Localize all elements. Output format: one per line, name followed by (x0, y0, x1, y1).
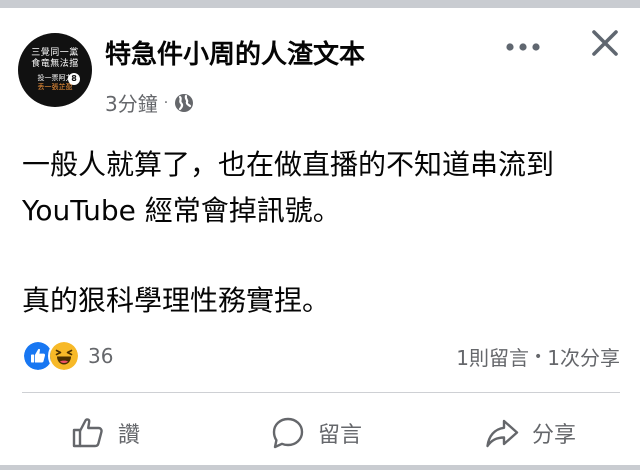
avatar-text-line4: 丢一張芷盈 (37, 83, 73, 91)
haha-reaction-icon (48, 340, 80, 372)
comment-button[interactable]: 留言 (270, 404, 362, 462)
stats-separator: • (534, 348, 543, 365)
more-horizontal-icon[interactable] (505, 40, 541, 54)
reaction-summary[interactable]: 36 (22, 340, 113, 372)
post-time[interactable]: 3分鐘 (105, 88, 158, 117)
top-edge-bar (0, 0, 640, 8)
close-icon[interactable] (590, 28, 620, 58)
avatar-text-line2: 食竜無法擋 (31, 59, 79, 69)
comment-count-link[interactable]: 1則留言 (456, 342, 529, 371)
like-button[interactable]: 讚 (70, 404, 140, 462)
share-count-link[interactable]: 1次分享 (547, 342, 620, 371)
meta-separator: · (163, 94, 169, 111)
reaction-count: 36 (88, 344, 114, 368)
comment-bubble-icon (272, 417, 304, 449)
avatar-badge: 8 (68, 73, 80, 85)
post-text-line: 真的狠科學理性務實捏。 (22, 284, 331, 317)
thumbs-up-icon (72, 418, 103, 448)
engagement-stats: 1則留言 • 1次分享 (456, 342, 620, 371)
like-label: 讚 (118, 423, 141, 448)
globe-icon[interactable] (174, 93, 194, 113)
post-meta: 3分鐘 · (105, 88, 194, 117)
share-label: 分享 (532, 423, 577, 448)
comment-label: 留言 (318, 423, 363, 448)
avatar-text-line1: 三覺同一黨 (31, 48, 79, 58)
page-avatar[interactable]: 三覺同一黨 食竜無法擋 投一票阿力 丢一張芷盈 8 (18, 33, 92, 107)
post-text-line: YouTube 經常會掉訊號。 (22, 194, 341, 227)
share-button[interactable]: 分享 (484, 404, 576, 462)
bottom-edge-bar (0, 465, 640, 470)
divider (22, 392, 620, 393)
post-body: 一般人就算了，也在做直播的不知道串流到 YouTube 經常會掉訊號。 真的狠科… (22, 142, 554, 324)
post-text-line: 一般人就算了，也在做直播的不知道串流到 (22, 148, 555, 181)
page-name-link[interactable]: 特急件小周的人渣文本 (105, 34, 365, 71)
post-action-bar: 讚 留言 分享 (0, 404, 640, 462)
share-arrow-icon (486, 419, 519, 448)
